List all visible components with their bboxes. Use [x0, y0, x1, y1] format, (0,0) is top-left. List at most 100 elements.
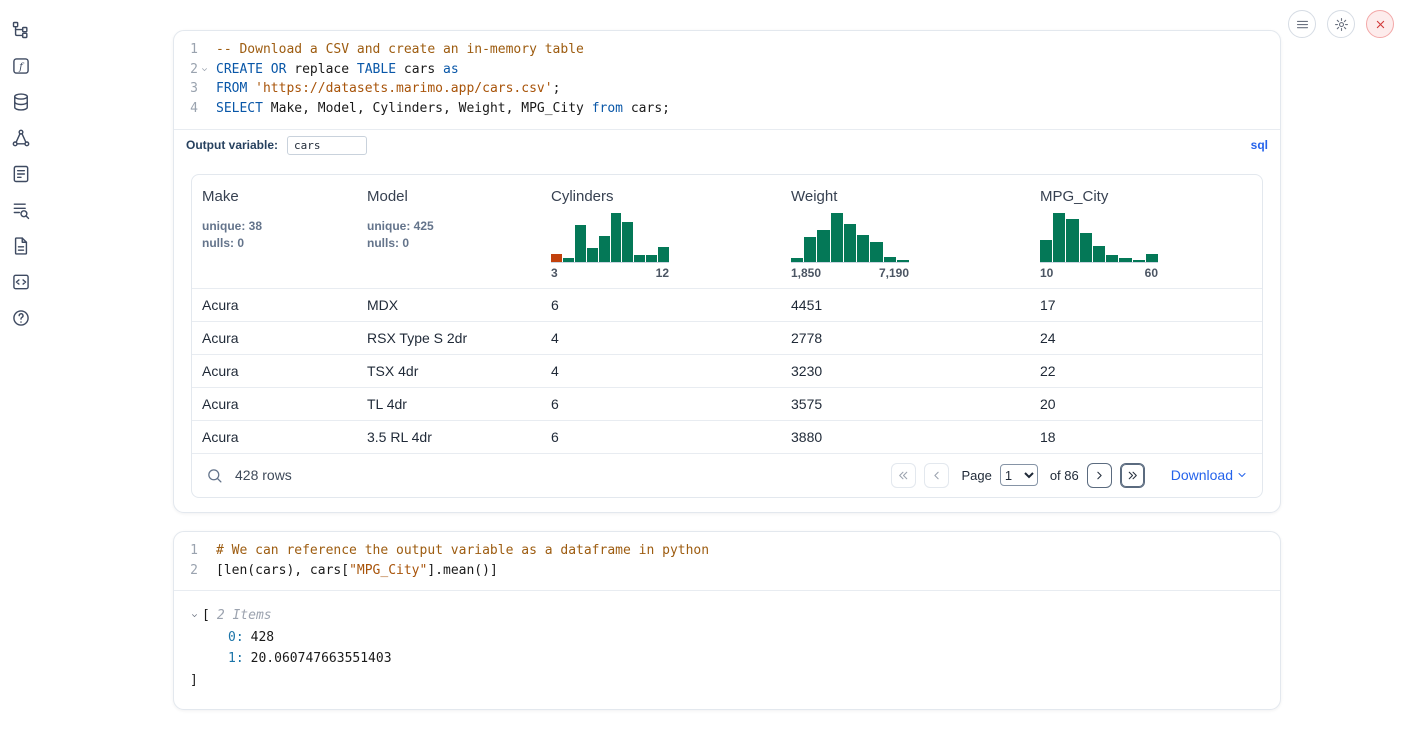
sql-cell: 1 -- Download a CSV and create an in-mem…: [173, 30, 1281, 513]
cell-make: Acura: [192, 387, 357, 420]
sql-keyword: as: [443, 62, 459, 77]
cell-make: Acura: [192, 321, 357, 354]
column-label: Cylinders: [551, 188, 771, 205]
table-row[interactable]: Acura TSX 4dr 4 3230 22: [192, 354, 1263, 387]
axis-min: 3: [551, 266, 558, 280]
output-variable-input[interactable]: [287, 136, 367, 155]
pagination: Page 1 of 86: [891, 463, 1144, 488]
column-label: Make: [202, 188, 347, 205]
cell-model: MDX: [357, 288, 541, 321]
cell-model: TL 4dr: [357, 387, 541, 420]
table-row[interactable]: Acura MDX 6 4451 17: [192, 288, 1263, 321]
cell-mpg-city: 17: [1030, 288, 1263, 321]
column-header-weight[interactable]: Weight 1,850 7,190: [781, 175, 1030, 289]
page-select[interactable]: 1: [1000, 464, 1038, 486]
fold-slot: [198, 99, 210, 119]
table-row[interactable]: Acura RSX Type S 2dr 4 2778 24: [192, 321, 1263, 354]
shutdown-button[interactable]: [1366, 10, 1394, 38]
cell-model: 3.5 RL 4dr: [357, 420, 541, 453]
download-button[interactable]: Download: [1171, 467, 1248, 483]
table-of-contents-icon[interactable]: [11, 200, 31, 220]
output-variable-label: Output variable:: [186, 138, 278, 152]
notebook: 1 -- Download a CSV and create an in-mem…: [173, 30, 1281, 710]
cylinders-histogram[interactable]: [551, 213, 669, 263]
python-string: "MPG_City": [349, 563, 427, 578]
bracket-close: ]: [190, 670, 198, 692]
code-line: 1 # We can reference the output variable…: [174, 541, 1280, 561]
column-stats: unique: 38 nulls: 0: [202, 218, 347, 252]
cell-cylinders: 4: [541, 354, 781, 387]
stat-nulls: nulls: 0: [202, 235, 347, 252]
cell-make: Acura: [192, 288, 357, 321]
column-stats: unique: 425 nulls: 0: [367, 218, 531, 252]
line-number: 4: [174, 99, 198, 119]
column-header-make[interactable]: Make unique: 38 nulls: 0: [192, 175, 357, 289]
cell-output: [ 2 Items 0: 428 1: 20.060747663551403 ]: [174, 590, 1280, 709]
language-badge[interactable]: sql: [1251, 138, 1268, 152]
search-icon[interactable]: [206, 467, 223, 484]
code-line: 2 CREATE OR replace TABLE cars as: [174, 60, 1280, 80]
collapse-chevron-icon[interactable]: [190, 611, 202, 620]
table-row[interactable]: Acura 3.5 RL 4dr 6 3880 18: [192, 420, 1263, 453]
first-page-button[interactable]: [891, 463, 916, 488]
cell-model: RSX Type S 2dr: [357, 321, 541, 354]
fold-slot: [198, 541, 210, 561]
page-label: Page: [961, 468, 991, 483]
bracket-open: [: [202, 605, 210, 627]
column-header-mpg-city[interactable]: MPG_City 10 60: [1030, 175, 1263, 289]
dataframe-table: Make unique: 38 nulls: 0 Model unique: 4…: [191, 174, 1263, 498]
line-number: 1: [174, 541, 198, 561]
previous-page-button[interactable]: [924, 463, 949, 488]
cell-weight: 3230: [781, 354, 1030, 387]
column-header-cylinders[interactable]: Cylinders 3 12: [541, 175, 781, 289]
cell-mpg-city: 20: [1030, 387, 1263, 420]
column-label: MPG_City: [1040, 188, 1254, 205]
download-label: Download: [1171, 467, 1233, 483]
settings-button[interactable]: [1327, 10, 1355, 38]
python-cell: 1 # We can reference the output variable…: [173, 531, 1281, 710]
sql-keyword: from: [592, 101, 623, 116]
scratchpad-icon[interactable]: [11, 164, 31, 184]
snippets-icon[interactable]: [11, 272, 31, 292]
table-row[interactable]: Acura TL 4dr 6 3575 20: [192, 387, 1263, 420]
sidebar: f: [0, 0, 42, 328]
cell-mpg-city: 22: [1030, 354, 1263, 387]
fold-slot: [198, 40, 210, 60]
fold-chevron-icon[interactable]: [198, 60, 210, 80]
file-tree-icon[interactable]: [11, 20, 31, 40]
histogram-axis: 3 12: [551, 266, 669, 280]
entry-value: 428: [251, 627, 274, 649]
variables-icon[interactable]: f: [11, 56, 31, 76]
cell-model: TSX 4dr: [357, 354, 541, 387]
sql-keyword: FROM: [216, 81, 247, 96]
output-variable-row: Output variable: sql: [174, 129, 1280, 161]
cell-weight: 3880: [781, 420, 1030, 453]
weight-histogram[interactable]: [791, 213, 909, 263]
last-page-button[interactable]: [1120, 463, 1145, 488]
line-number: 2: [174, 60, 198, 80]
cell-cylinders: 4: [541, 321, 781, 354]
fold-slot: [198, 79, 210, 99]
data-sources-icon[interactable]: [11, 92, 31, 112]
column-label: Weight: [791, 188, 1020, 205]
axis-max: 60: [1145, 266, 1158, 280]
stat-unique: unique: 38: [202, 218, 347, 235]
menu-button[interactable]: [1288, 10, 1316, 38]
code-editor[interactable]: 1 -- Download a CSV and create an in-mem…: [174, 31, 1280, 129]
page-total: of 86: [1050, 468, 1079, 483]
line-number: 1: [174, 40, 198, 60]
line-number: 3: [174, 79, 198, 99]
column-header-model[interactable]: Model unique: 425 nulls: 0: [357, 175, 541, 289]
histogram-axis: 10 60: [1040, 266, 1158, 280]
sql-keyword: TABLE: [357, 62, 396, 77]
python-comment: # We can reference the output variable a…: [216, 543, 709, 558]
row-count: 428 rows: [235, 467, 292, 483]
svg-text:f: f: [18, 62, 25, 73]
tree-entry: 1: 20.060747663551403: [190, 648, 1264, 670]
help-icon[interactable]: [11, 308, 31, 328]
mpg-city-histogram[interactable]: [1040, 213, 1158, 263]
dependencies-icon[interactable]: [11, 128, 31, 148]
code-editor[interactable]: 1 # We can reference the output variable…: [174, 532, 1280, 590]
documentation-icon[interactable]: [11, 236, 31, 256]
next-page-button[interactable]: [1087, 463, 1112, 488]
